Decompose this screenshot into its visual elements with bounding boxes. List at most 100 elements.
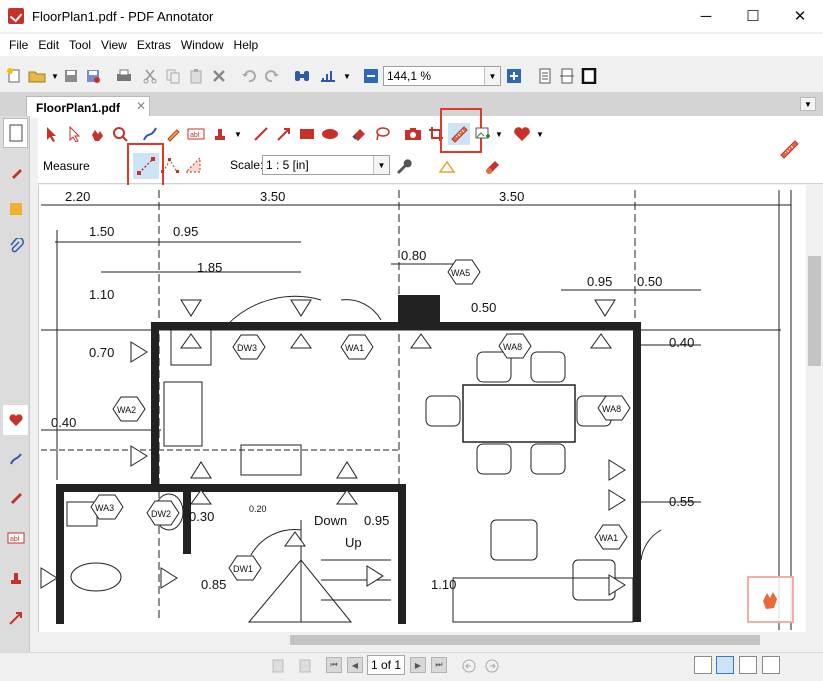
page-forward-icon[interactable] xyxy=(295,657,313,675)
dim-label: 1.10 xyxy=(431,577,456,592)
full-screen-icon[interactable] xyxy=(580,67,598,85)
zoom-tool-icon[interactable] xyxy=(110,124,130,144)
stamp-tool-icon[interactable] xyxy=(210,124,230,144)
zoom-combo[interactable]: 144,1 % ▼ xyxy=(383,66,501,86)
vertical-scroll-thumb[interactable] xyxy=(808,256,821,366)
text-tool-icon[interactable]: abl xyxy=(186,124,206,144)
dim-label: 1.85 xyxy=(197,260,222,275)
redo-icon[interactable] xyxy=(263,67,281,85)
save-as-icon[interactable] xyxy=(84,67,102,85)
find-options-icon[interactable] xyxy=(319,67,337,85)
save-icon[interactable] xyxy=(62,67,80,85)
room-label: WA3 xyxy=(95,503,114,513)
menu-extras[interactable]: Extras xyxy=(132,36,176,54)
menu-file[interactable]: File xyxy=(4,36,33,54)
tab-list-dropdown-icon[interactable]: ▼ xyxy=(800,97,816,111)
minimize-button[interactable]: ─ xyxy=(683,0,729,32)
measure-style-icon[interactable] xyxy=(483,156,503,176)
menu-tool[interactable]: Tool xyxy=(64,36,96,54)
first-page-button[interactable]: ⏮ xyxy=(326,657,342,673)
active-tool-measure-icon xyxy=(779,139,799,159)
scale-combo[interactable]: 1 : 5 [in] ▼ xyxy=(262,155,390,175)
menu-help[interactable]: Help xyxy=(229,36,264,54)
calibrate-icon[interactable] xyxy=(437,156,457,176)
fit-width-icon[interactable] xyxy=(558,67,576,85)
close-button[interactable]: ✕ xyxy=(777,0,823,32)
arrow-tool-icon[interactable] xyxy=(274,124,294,144)
two-page-view-icon[interactable] xyxy=(739,656,757,674)
zoom-in-icon[interactable] xyxy=(505,67,523,85)
svg-text:abl: abl xyxy=(190,132,200,139)
favorites-tool-icon[interactable] xyxy=(512,124,532,144)
pages-panel-icon[interactable] xyxy=(3,118,28,148)
open-folder-icon[interactable] xyxy=(28,67,46,85)
history-forward-icon[interactable] xyxy=(483,657,501,675)
print-icon[interactable] xyxy=(115,67,133,85)
text-select-tool-icon[interactable] xyxy=(64,124,84,144)
document-canvas[interactable]: 2.20 3.50 3.50 1.50 0.95 1.85 1.10 0.70 … xyxy=(38,185,806,632)
notes-panel-icon[interactable] xyxy=(3,194,28,224)
hand-tool-icon[interactable] xyxy=(87,124,107,144)
page-indicator[interactable]: 1 of 1 xyxy=(367,655,405,675)
tab-floorplan[interactable]: FloorPlan1.pdf xyxy=(26,96,150,118)
dim-label: 0.55 xyxy=(669,494,694,509)
favorites-dropdown-icon[interactable]: ▼ xyxy=(530,124,550,144)
fit-page-icon[interactable] xyxy=(536,67,554,85)
room-label: WA1 xyxy=(345,343,364,353)
eraser-tool-icon[interactable] xyxy=(349,124,369,144)
highlighter-tool-icon[interactable] xyxy=(163,124,183,144)
copy-icon[interactable] xyxy=(164,67,182,85)
vertical-scrollbar[interactable] xyxy=(806,185,823,632)
menu-edit[interactable]: Edit xyxy=(33,36,64,54)
pan-hand-icon xyxy=(762,591,777,609)
grid-view-icon[interactable] xyxy=(762,656,780,674)
attachments-panel-icon[interactable] xyxy=(3,231,28,261)
horizontal-scroll-thumb[interactable] xyxy=(290,635,760,645)
side-pen-icon[interactable] xyxy=(3,444,28,474)
menu-view[interactable]: View xyxy=(96,36,132,54)
new-document-icon[interactable] xyxy=(5,67,23,85)
bookmarks-panel-icon[interactable] xyxy=(3,158,28,188)
cut-icon[interactable] xyxy=(141,67,159,85)
side-highlighter-icon[interactable] xyxy=(3,482,28,512)
undo-icon[interactable] xyxy=(240,67,258,85)
zoom-out-icon[interactable] xyxy=(362,67,380,85)
stamp-dropdown-icon[interactable]: ▼ xyxy=(228,124,248,144)
svg-text:abl: abl xyxy=(10,536,20,543)
line-tool-icon[interactable] xyxy=(251,124,271,144)
scale-dropdown-icon[interactable]: ▼ xyxy=(373,156,389,174)
page-back-icon[interactable] xyxy=(270,657,288,675)
single-page-view-icon[interactable] xyxy=(694,656,712,674)
pan-hand-button[interactable] xyxy=(747,576,794,623)
delete-icon[interactable] xyxy=(210,67,228,85)
measure-perimeter-icon[interactable] xyxy=(160,155,180,175)
side-stamp-icon[interactable] xyxy=(3,563,28,593)
next-page-button[interactable]: ▶ xyxy=(410,657,426,673)
rectangle-tool-icon[interactable] xyxy=(297,124,317,144)
measure-area-icon[interactable] xyxy=(183,155,203,175)
camera-tool-icon[interactable] xyxy=(403,124,423,144)
side-arrow-icon[interactable] xyxy=(3,603,28,633)
maximize-button[interactable]: ☐ xyxy=(730,0,776,32)
lasso-tool-icon[interactable] xyxy=(372,124,392,144)
select-tool-icon[interactable] xyxy=(41,124,61,144)
insert-dropdown-icon[interactable]: ▼ xyxy=(489,124,509,144)
menu-window[interactable]: Window xyxy=(176,36,229,54)
find-icon[interactable] xyxy=(293,67,311,85)
zoom-dropdown-icon[interactable]: ▼ xyxy=(484,67,500,85)
measure-settings-wrench-icon[interactable] xyxy=(393,156,413,176)
paste-icon[interactable] xyxy=(187,67,205,85)
ellipse-tool-icon[interactable] xyxy=(320,124,340,144)
previous-page-button[interactable]: ◀ xyxy=(347,657,363,673)
app-logo-icon xyxy=(8,8,24,24)
dim-label: 0.50 xyxy=(637,274,662,289)
favorites-panel-icon[interactable] xyxy=(3,405,28,435)
stair-label-down: Down xyxy=(314,513,347,528)
continuous-view-icon[interactable] xyxy=(716,656,734,674)
pen-tool-icon[interactable] xyxy=(140,124,160,144)
side-text-icon[interactable]: abl xyxy=(3,523,28,553)
last-page-button[interactable]: ⏭ xyxy=(431,657,447,673)
history-back-icon[interactable] xyxy=(460,657,478,675)
find-dropdown-icon[interactable]: ▼ xyxy=(338,67,356,85)
tab-close-icon[interactable]: ✕ xyxy=(136,99,146,113)
